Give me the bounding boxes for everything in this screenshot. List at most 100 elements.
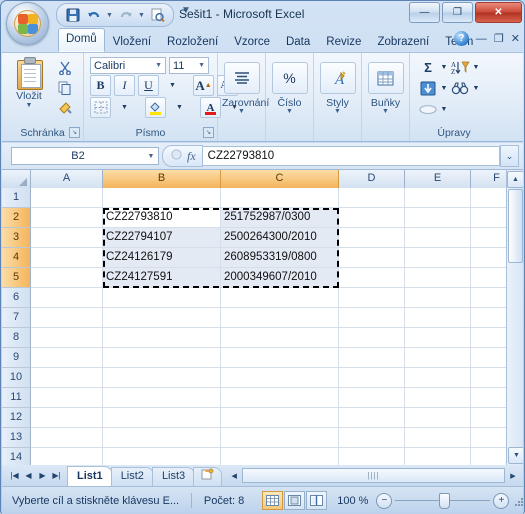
close-workbook-icon[interactable]: ✕ xyxy=(511,32,520,45)
row-header-4[interactable]: 4 xyxy=(2,248,31,268)
cell-B11[interactable] xyxy=(103,388,221,408)
nav-next-sheet-icon[interactable]: ▶ xyxy=(36,469,49,483)
cell-E6[interactable] xyxy=(405,288,471,308)
help-icon[interactable]: ? xyxy=(453,31,469,46)
redo-icon[interactable] xyxy=(116,6,135,24)
row-header-2[interactable]: 2 xyxy=(2,208,31,228)
resize-grip-icon[interactable] xyxy=(515,496,524,506)
cell-C5[interactable]: 2000349607/2010 xyxy=(221,268,339,288)
nav-last-sheet-icon[interactable]: ▶| xyxy=(50,469,63,483)
font-name-combo[interactable]: Calibri ▼ xyxy=(90,57,166,74)
cell-E14[interactable] xyxy=(405,448,471,466)
cell-A6[interactable] xyxy=(31,288,103,308)
cell-D5[interactable] xyxy=(339,268,405,288)
row-header-14[interactable]: 14 xyxy=(2,448,31,466)
font-dialog-launcher[interactable]: ↘ xyxy=(203,127,214,138)
print-preview-icon[interactable] xyxy=(148,6,167,24)
cell-C9[interactable] xyxy=(221,348,339,368)
zoom-track[interactable] xyxy=(395,493,491,509)
paste-button[interactable]: Vložit ▼ xyxy=(8,57,50,109)
cell-A5[interactable] xyxy=(31,268,103,288)
view-normal-icon[interactable] xyxy=(262,491,284,510)
cell-B6[interactable] xyxy=(103,288,221,308)
italic-button[interactable]: I xyxy=(114,75,135,96)
cells-caret-icon[interactable]: ▼ xyxy=(366,108,405,115)
cell-E7[interactable] xyxy=(405,308,471,328)
cell-C4[interactable]: 2608953319/0800 xyxy=(221,248,339,268)
row-header-13[interactable]: 13 xyxy=(2,428,31,448)
cell-A14[interactable] xyxy=(31,448,103,466)
sheet-tab-list1[interactable]: List1 xyxy=(67,466,113,486)
paste-caret-icon[interactable]: ▼ xyxy=(8,102,50,109)
row-header-3[interactable]: 3 xyxy=(2,228,31,248)
autosum-dropdown-icon[interactable]: ▼ xyxy=(440,58,448,77)
cell-D11[interactable] xyxy=(339,388,405,408)
cell-D1[interactable] xyxy=(339,188,405,208)
expand-formula-bar-icon[interactable]: ⌄ xyxy=(500,145,519,167)
sort-filter-icon[interactable]: AZ xyxy=(450,58,470,77)
cell-A12[interactable] xyxy=(31,408,103,428)
close-button[interactable]: ✕ xyxy=(475,2,522,23)
cell-C13[interactable] xyxy=(221,428,339,448)
tab-vlo-en-[interactable]: Vložení xyxy=(105,31,159,52)
cell-D14[interactable] xyxy=(339,448,405,466)
undo-icon[interactable] xyxy=(84,6,103,24)
row-header-12[interactable]: 12 xyxy=(2,408,31,428)
cell-D9[interactable] xyxy=(339,348,405,368)
fill-down-icon[interactable] xyxy=(418,79,438,98)
row-header-8[interactable]: 8 xyxy=(2,328,31,348)
font-size-dropdown-icon[interactable]: ▼ xyxy=(198,58,208,74)
sheet-tab-list3[interactable]: List3 xyxy=(151,467,196,486)
cell-B3[interactable]: CZ22794107 xyxy=(103,228,221,248)
formula-input[interactable]: CZ22793810 xyxy=(202,146,500,166)
hscroll-right-icon[interactable]: ▶ xyxy=(507,469,519,482)
cell-C11[interactable] xyxy=(221,388,339,408)
cell-C7[interactable] xyxy=(221,308,339,328)
cell-C8[interactable] xyxy=(221,328,339,348)
cell-A4[interactable] xyxy=(31,248,103,268)
vertical-scrollbar[interactable]: ▲ ▼ xyxy=(506,170,523,466)
cell-B4[interactable]: CZ24126179 xyxy=(103,248,221,268)
cell-D4[interactable] xyxy=(339,248,405,268)
nav-first-sheet-icon[interactable]: |◀ xyxy=(8,469,21,483)
maximize-button[interactable]: ❐ xyxy=(442,2,473,23)
tab-data[interactable]: Data xyxy=(278,31,318,52)
cell-B14[interactable] xyxy=(103,448,221,466)
styles-caret-icon[interactable]: ▼ xyxy=(318,108,357,115)
insert-sheet-icon[interactable] xyxy=(193,467,223,486)
scroll-up-button[interactable]: ▲ xyxy=(507,171,523,188)
cell-B5[interactable]: CZ24127591 xyxy=(103,268,221,288)
cell-D8[interactable] xyxy=(339,328,405,348)
view-page-break-icon[interactable] xyxy=(306,491,328,510)
cut-icon[interactable] xyxy=(54,58,76,78)
cell-C2[interactable]: 251752987/0300 xyxy=(221,208,339,228)
cell-D13[interactable] xyxy=(339,428,405,448)
tab-dom-[interactable]: Domů xyxy=(58,28,105,52)
number-caret-icon[interactable]: ▼ xyxy=(270,108,309,115)
cell-A13[interactable] xyxy=(31,428,103,448)
redo-dropdown-icon[interactable]: ▼ xyxy=(137,6,146,24)
cell-B1[interactable] xyxy=(103,188,221,208)
undo-dropdown-icon[interactable]: ▼ xyxy=(105,6,114,24)
cell-E8[interactable] xyxy=(405,328,471,348)
hscroll-left-icon[interactable]: ◀ xyxy=(228,469,240,482)
font-size-combo[interactable]: 11 ▼ xyxy=(169,57,209,74)
tab-rozlo-en-[interactable]: Rozložení xyxy=(159,31,226,52)
find-dropdown-icon[interactable]: ▼ xyxy=(472,79,480,98)
clear-dropdown-icon[interactable]: ▼ xyxy=(440,100,448,119)
cell-A11[interactable] xyxy=(31,388,103,408)
insert-function-icon[interactable]: fx xyxy=(184,149,199,164)
restore-window-icon[interactable]: ❐ xyxy=(494,32,504,45)
zoom-slider[interactable]: − + xyxy=(376,492,510,509)
fill-color-icon[interactable] xyxy=(145,97,166,118)
font-name-dropdown-icon[interactable]: ▼ xyxy=(155,58,165,74)
tab-revize[interactable]: Revize xyxy=(318,31,369,52)
nav-prev-sheet-icon[interactable]: ◀ xyxy=(22,469,35,483)
row-header-7[interactable]: 7 xyxy=(2,308,31,328)
cell-D3[interactable] xyxy=(339,228,405,248)
borders-dropdown-icon[interactable]: ▼ xyxy=(114,97,135,118)
cell-D2[interactable] xyxy=(339,208,405,228)
scroll-down-button[interactable]: ▼ xyxy=(508,447,523,464)
cell-E9[interactable] xyxy=(405,348,471,368)
borders-icon[interactable] xyxy=(90,97,111,118)
